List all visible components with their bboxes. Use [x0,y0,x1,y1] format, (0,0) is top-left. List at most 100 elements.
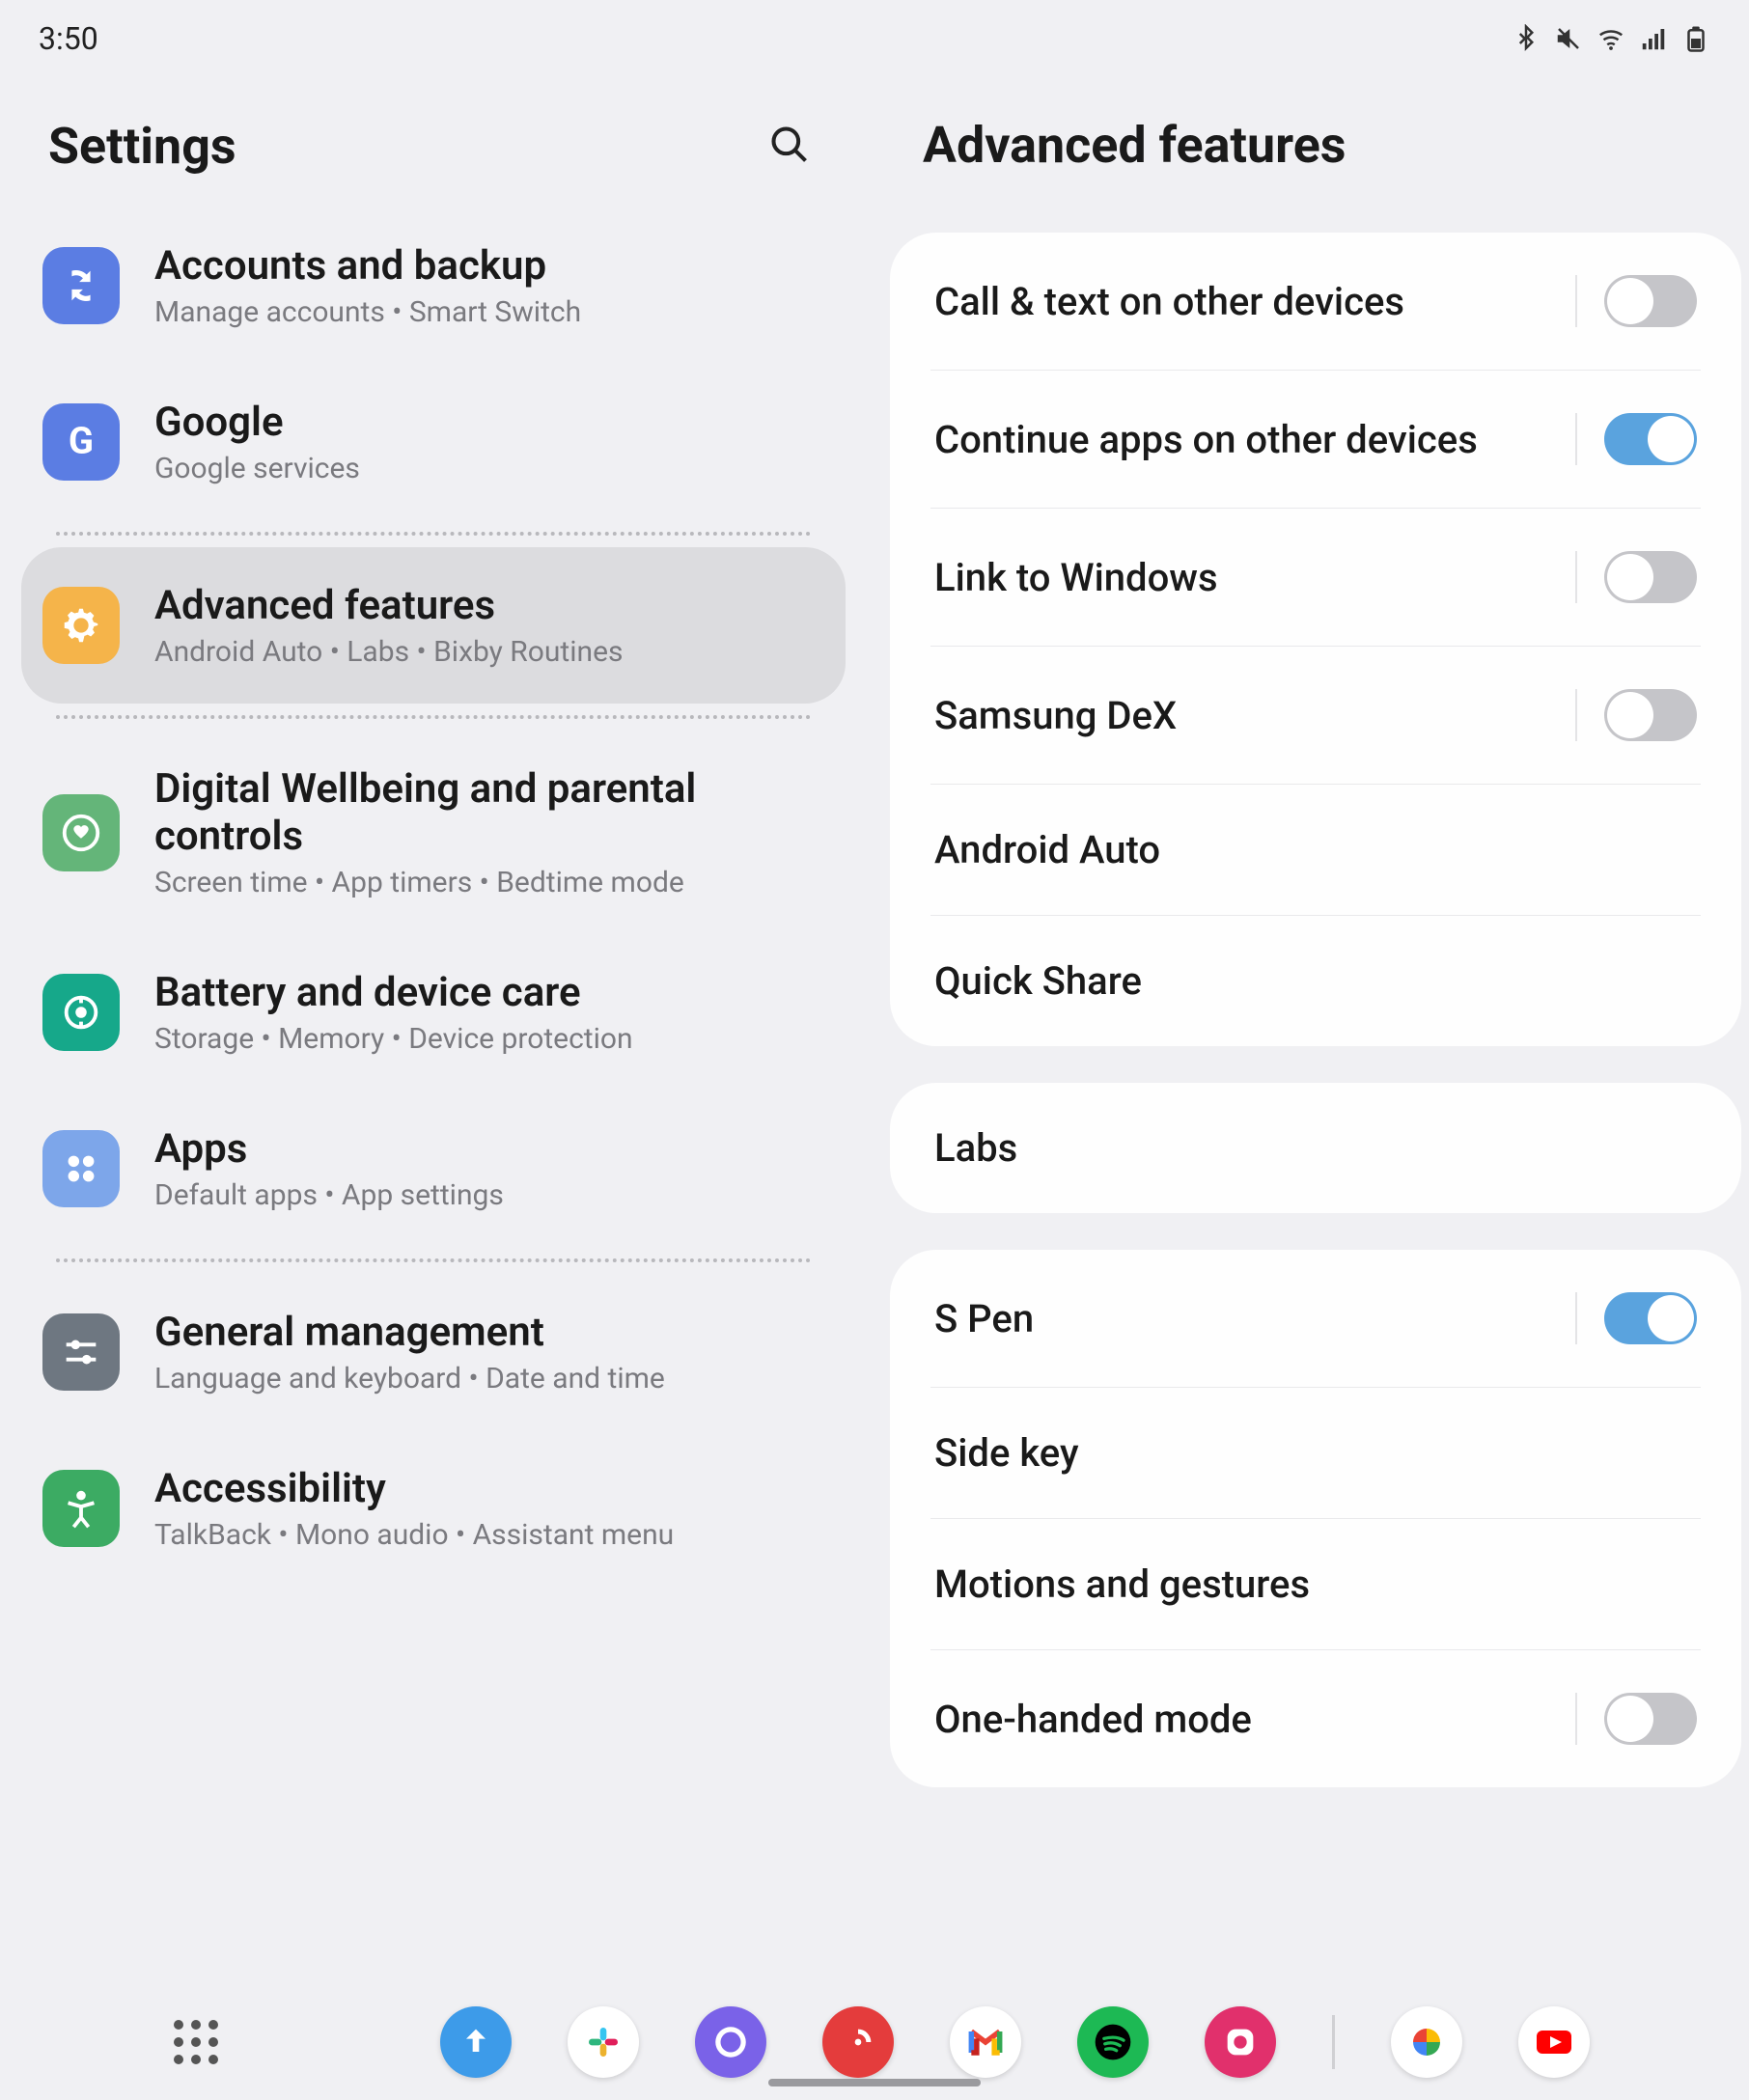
dock-app-photos[interactable] [1391,2006,1462,2078]
app-drawer-button[interactable] [160,2006,232,2078]
search-button[interactable] [761,116,819,177]
toggle-samsung-dex[interactable] [1604,689,1697,741]
settings-title: Settings [48,117,236,176]
dock-app-spotify[interactable] [1077,2006,1149,2078]
settings-item-text: Battery and device careStorage • Memory … [154,969,633,1056]
apps-icon [42,1130,120,1207]
settings-item-general-management[interactable]: General managementLanguage and keyboard … [21,1274,846,1430]
settings-item-accessibility[interactable]: AccessibilityTalkBack • Mono audio • Ass… [21,1430,846,1587]
a11y-icon [42,1470,120,1547]
row-labs[interactable]: Labs [890,1083,1741,1213]
settings-item-subtitle: TalkBack • Mono audio • Assistant menu [154,1518,674,1552]
dock-app-pocketcasts[interactable] [822,2006,894,2078]
settings-item-text: Digital Wellbeing and parental controls S… [154,765,824,899]
settings-item-subtitle: Default apps • App settings [154,1178,504,1212]
section-divider [56,532,811,536]
signal-icon [1639,24,1668,53]
row-label: Samsung DeX [934,693,1575,738]
toggle-s-pen[interactable] [1604,1292,1697,1344]
sync-icon [42,247,120,324]
separator [1575,551,1577,603]
row-quick-share[interactable]: Quick Share [890,916,1741,1046]
settings-item-title: Battery and device care [154,969,633,1016]
care-icon [42,974,120,1051]
settings-item-title: General management [154,1309,665,1356]
toggle-link-to-windows[interactable] [1604,551,1697,603]
section-divider [56,1258,811,1262]
dock-app-slack[interactable] [568,2006,639,2078]
settings-item-title: Digital Wellbeing and parental controls [154,765,824,860]
settings-item-subtitle: Android Auto • Labs • Bixby Routines [154,635,623,669]
row-label: Continue apps on other devices [934,417,1575,462]
row-link-to-windows[interactable]: Link to Windows [890,509,1741,646]
settings-item-advanced-features[interactable]: Advanced features Android Auto • Labs • B… [21,547,846,704]
settings-item-title: Apps [154,1125,504,1173]
row-label: Android Auto [934,827,1697,872]
row-call-text-on-other-devices[interactable]: Call & text on other devices [890,233,1741,370]
section-divider [56,715,811,719]
detail-title: Advanced features [923,116,1346,175]
dock-app-gmail[interactable] [950,2006,1021,2078]
settings-item-google[interactable]: G GoogleGoogle services [21,364,846,520]
settings-card: Labs [890,1083,1741,1213]
settings-item-apps[interactable]: Apps Default apps • App settings [21,1091,846,1247]
settings-master-pane: Settings Accounts and backupManage accou… [0,77,874,1984]
search-icon [768,124,811,166]
settings-item-text: GoogleGoogle services [154,399,360,485]
row-android-auto[interactable]: Android Auto [890,785,1741,915]
separator [1575,413,1577,465]
row-s-pen[interactable]: S Pen [890,1250,1741,1387]
dock-app-upload[interactable] [440,2006,512,2078]
mute-icon [1554,24,1583,53]
settings-item-digital-wellbeing-and-parental-controls[interactable]: Digital Wellbeing and parental controls S… [21,731,846,934]
settings-item-title: Advanced features [154,582,623,629]
row-label: One-handed mode [934,1697,1575,1742]
home-indicator[interactable] [768,2079,981,2086]
dock-app-internet[interactable] [695,2006,766,2078]
settings-item-accounts-and-backup[interactable]: Accounts and backupManage accounts • Sma… [21,235,846,364]
settings-item-text: Apps Default apps • App settings [154,1125,504,1212]
separator [1575,689,1577,741]
status-bar: 3:50 [0,0,1749,77]
g-icon: G [42,403,120,481]
row-side-key[interactable]: Side key [890,1388,1741,1518]
separator [1575,1292,1577,1344]
wifi-icon [1596,24,1625,53]
row-label: Labs [934,1125,1697,1171]
slide-icon [42,1313,120,1391]
settings-item-subtitle: Screen time • App timers • Bedtime mode [154,866,824,899]
settings-item-text: Accounts and backupManage accounts • Sma… [154,242,581,329]
settings-item-text: General managementLanguage and keyboard … [154,1309,665,1395]
toggle-one-handed-mode[interactable] [1604,1693,1697,1745]
row-label: Call & text on other devices [934,279,1575,324]
row-motions-and-gestures[interactable]: Motions and gestures [890,1519,1741,1649]
bluetooth-icon [1512,24,1541,53]
row-label: Side key [934,1430,1697,1476]
row-label: Quick Share [934,958,1697,1004]
detail-pane: Advanced features Call & text on other d… [874,77,1749,1984]
row-samsung-dex[interactable]: Samsung DeX [890,647,1741,784]
status-icons [1512,24,1710,53]
dock-separator [1332,2015,1335,2069]
battery-icon [1681,24,1710,53]
row-continue-apps-on-other-devices[interactable]: Continue apps on other devices [890,371,1741,508]
row-one-handed-mode[interactable]: One-handed mode [890,1650,1741,1787]
settings-item-text: AccessibilityTalkBack • Mono audio • Ass… [154,1465,674,1552]
gear-icon [42,587,120,664]
settings-item-subtitle: Manage accounts • Smart Switch [154,295,581,329]
row-label: Link to Windows [934,555,1575,600]
separator [1575,1693,1577,1745]
svg-text:G: G [69,420,94,463]
toggle-continue-apps-on-other-devices[interactable] [1604,413,1697,465]
dock-app-instagram[interactable] [1205,2006,1276,2078]
separator [1575,275,1577,327]
settings-item-battery-and-device-care[interactable]: Battery and device careStorage • Memory … [21,934,846,1091]
toggle-call-text-on-other-devices[interactable] [1604,275,1697,327]
row-label: Motions and gestures [934,1561,1697,1607]
settings-item-text: Advanced features Android Auto • Labs • B… [154,582,623,669]
settings-card: Call & text on other devices Continue app… [890,233,1741,1046]
dock-app-youtube[interactable] [1518,2006,1590,2078]
heart-icon [42,794,120,871]
status-time: 3:50 [39,20,98,57]
settings-item-subtitle: Google services [154,452,360,485]
